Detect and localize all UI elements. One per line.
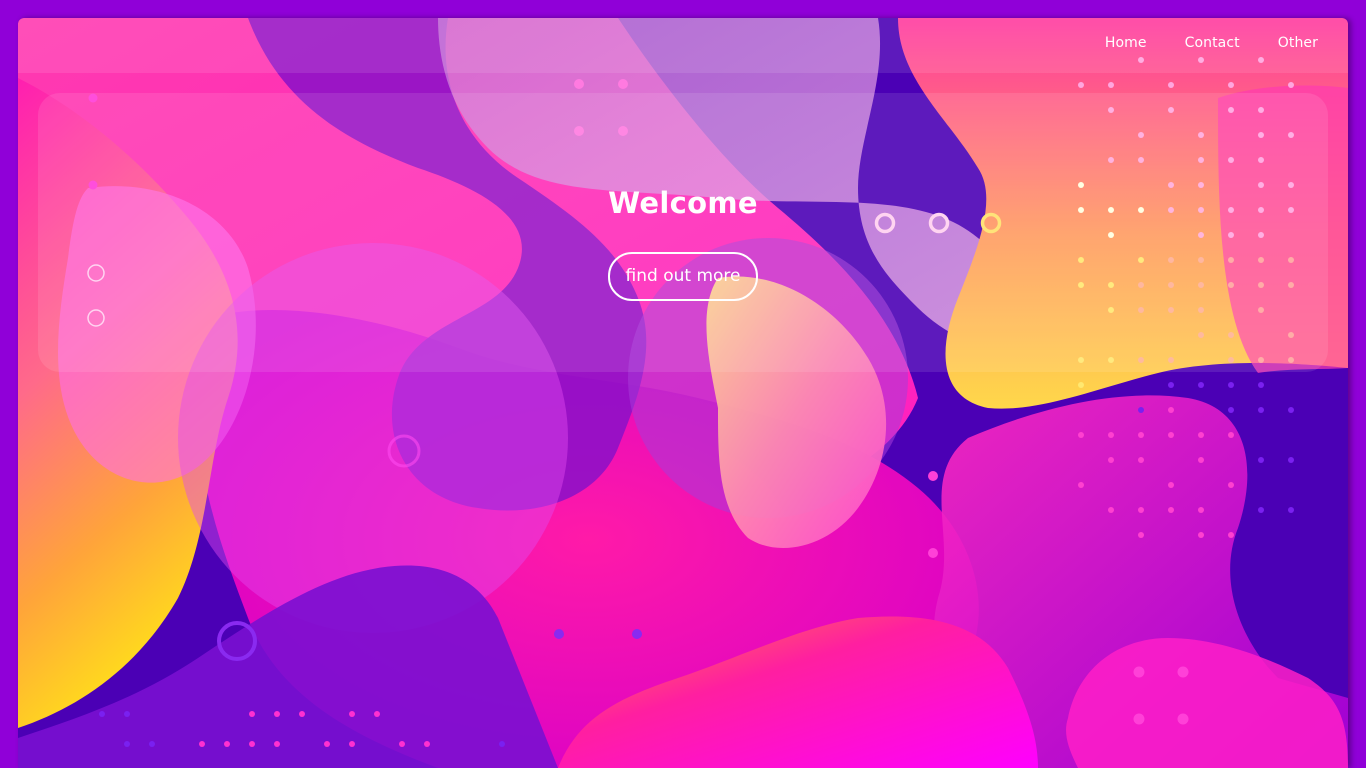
hero-panel: [38, 93, 1328, 372]
top-navbar: Home Contact Other: [18, 18, 1348, 73]
browser-frame: Home Contact Other Welcome find out more: [18, 18, 1348, 768]
nav-link-other[interactable]: Other: [1278, 35, 1318, 51]
nav-link-contact[interactable]: Contact: [1185, 35, 1240, 51]
nav-link-home[interactable]: Home: [1105, 35, 1147, 51]
hero-title: Welcome: [608, 186, 758, 220]
nav-links: Home Contact Other: [1067, 35, 1318, 51]
find-out-more-button[interactable]: find out more: [608, 252, 758, 301]
